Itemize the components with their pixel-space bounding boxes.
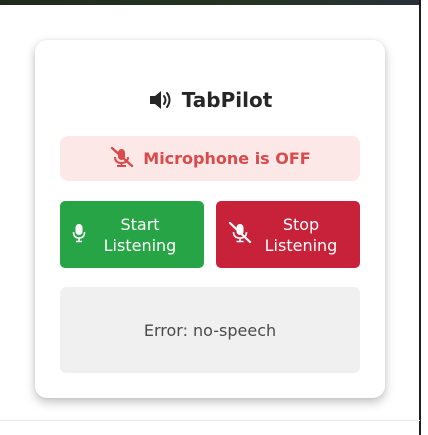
popup-card: TabPilot Microphone is OFF Start Listeni…: [35, 40, 385, 398]
speaker-icon: [148, 89, 176, 111]
stop-listening-button[interactable]: Stop Listening: [216, 201, 360, 268]
app-title: TabPilot: [181, 88, 273, 112]
error-message-box: Error: no-speech: [60, 287, 360, 373]
microphone-icon: [72, 223, 86, 247]
window-right-border: [419, 0, 428, 435]
microphone-status-banner: Microphone is OFF: [60, 136, 360, 181]
start-listening-label: Start Listening: [103, 214, 177, 255]
stop-listening-label: Stop Listening: [264, 214, 338, 255]
window-top-strip: [0, 0, 428, 5]
start-listening-button[interactable]: Start Listening: [60, 201, 204, 268]
microphone-slash-icon: [228, 221, 252, 248]
microphone-off-icon: [109, 146, 135, 172]
microphone-status-text: Microphone is OFF: [143, 149, 311, 168]
window-bottom-divider: [0, 420, 420, 421]
error-message-text: Error: no-speech: [143, 320, 277, 340]
app-header: TabPilot: [35, 86, 385, 114]
